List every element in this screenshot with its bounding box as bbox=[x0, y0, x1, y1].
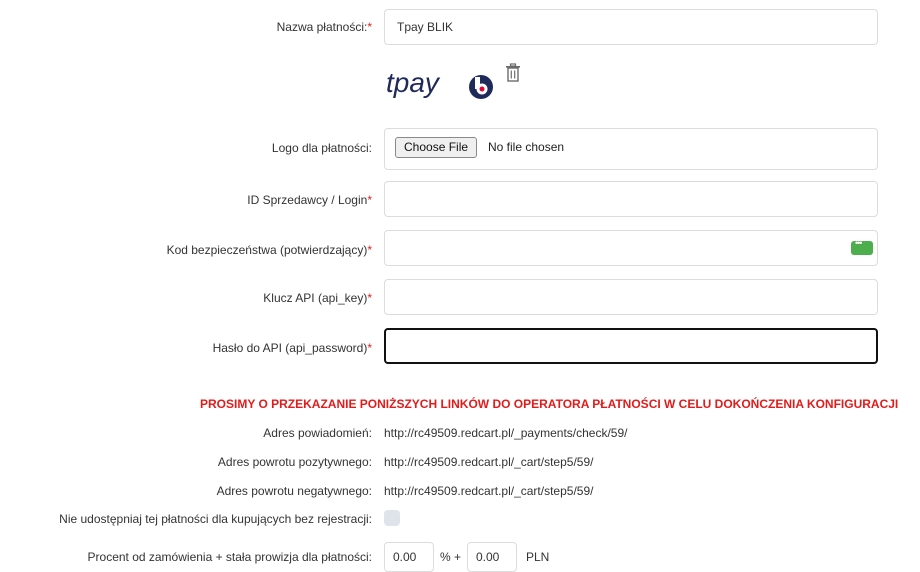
merchant-id-input[interactable] bbox=[384, 181, 878, 217]
payment-logo-label: Logo dla płatności: bbox=[272, 141, 372, 155]
api-key-input[interactable] bbox=[384, 279, 878, 315]
failure-url-value: http://rc49509.redcart.pl/_cart/step5/59… bbox=[384, 484, 594, 498]
logo-brand-text: tpay bbox=[386, 67, 441, 98]
success-url-label: Adres powrotu pozytywnego: bbox=[217, 455, 372, 469]
guest-restriction-label: Nie udostępniaj tej płatności dla kupują… bbox=[59, 512, 372, 526]
api-key-label-text: Klucz API (api_key) bbox=[263, 291, 368, 305]
required-marker: * bbox=[367, 193, 372, 207]
notify-url-value: http://rc49509.redcart.pl/_payments/chec… bbox=[384, 426, 628, 440]
percent-plus-text: % + bbox=[440, 550, 462, 564]
notify-url-label: Adres powiadomień: bbox=[263, 426, 372, 440]
merchant-id-label: ID Sprzedawcy / Login* bbox=[247, 193, 372, 207]
security-code-label-text: Kod bezpieczeństwa (potwierdzający) bbox=[166, 243, 368, 257]
choose-file-button[interactable]: Choose File bbox=[395, 137, 478, 158]
failure-url-label: Adres powrotu negatywnego: bbox=[216, 484, 372, 498]
configuration-notice: PROSIMY O PRZEKAZANIE PONIŻSZYCH LINKÓW … bbox=[200, 397, 899, 411]
api-password-label-text: Hasło do API (api_password) bbox=[212, 341, 368, 355]
api-password-label: Hasło do API (api_password)* bbox=[213, 341, 372, 355]
tpay-logo: tpay bbox=[386, 63, 498, 104]
currency-text: PLN bbox=[526, 550, 550, 564]
payment-logo-label-text: Logo dla płatności: bbox=[271, 141, 372, 155]
api-key-label: Klucz API (api_key)* bbox=[263, 291, 372, 305]
password-key-icon[interactable] bbox=[851, 238, 873, 255]
fee-fixed-input[interactable]: 0.00 bbox=[467, 542, 517, 572]
merchant-id-label-text: ID Sprzedawcy / Login bbox=[247, 193, 368, 207]
trash-icon[interactable] bbox=[504, 63, 522, 86]
guest-restriction-checkbox[interactable] bbox=[384, 510, 400, 526]
fee-label: Procent od zamówienia + stała prowizja d… bbox=[87, 550, 372, 564]
required-marker: * bbox=[367, 20, 372, 34]
security-code-label: Kod bezpieczeństwa (potwierdzający)* bbox=[167, 243, 372, 257]
security-code-input[interactable] bbox=[384, 230, 878, 266]
api-password-input[interactable] bbox=[384, 328, 878, 364]
fee-percent-input[interactable]: 0.00 bbox=[384, 542, 434, 572]
payment-name-label: Nazwa płatności:* bbox=[277, 20, 372, 34]
payment-name-label-text: Nazwa płatności: bbox=[276, 20, 368, 34]
required-marker: * bbox=[367, 341, 372, 355]
file-status-text: No file chosen bbox=[488, 140, 565, 154]
success-url-value: http://rc49509.redcart.pl/_cart/step5/59… bbox=[384, 455, 594, 469]
required-marker: * bbox=[367, 291, 372, 305]
required-marker: * bbox=[367, 243, 372, 257]
payment-name-input[interactable]: Tpay BLIK bbox=[384, 9, 878, 45]
